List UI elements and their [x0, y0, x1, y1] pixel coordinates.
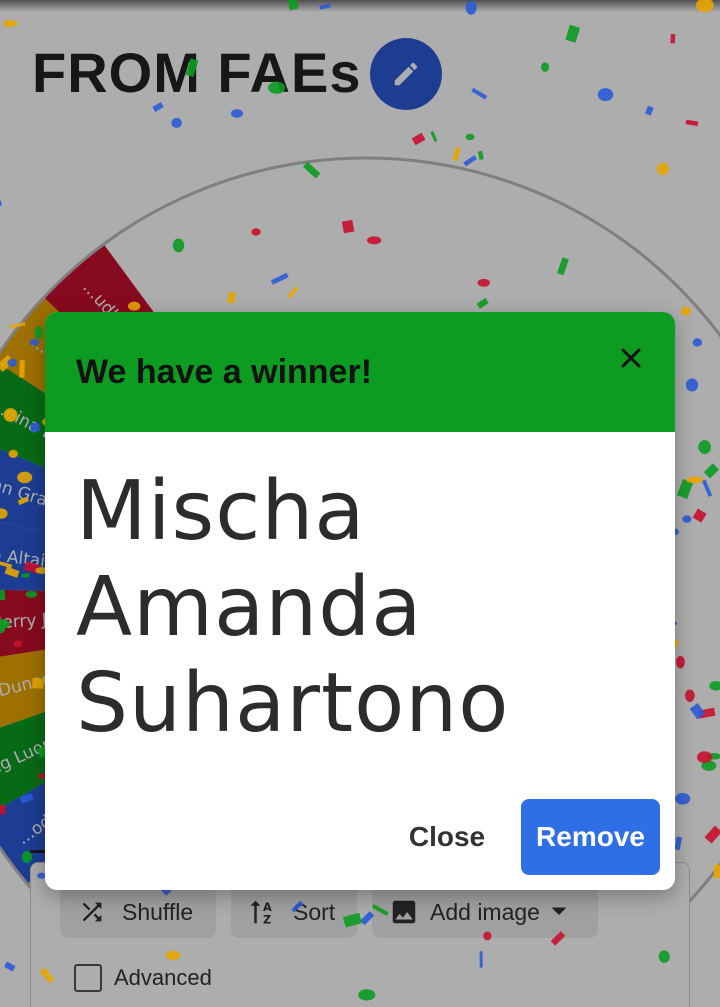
dialog-close-button[interactable] — [611, 338, 651, 378]
remove-button[interactable]: Remove — [521, 799, 660, 875]
dialog-title: We have a winner! — [76, 353, 373, 391]
close-button[interactable]: Close — [389, 799, 505, 875]
winner-name-line: Mischa — [76, 464, 366, 559]
dialog-header: We have a winner! — [45, 312, 675, 432]
winner-name: Mischa Amanda Suhartono — [76, 464, 646, 752]
winner-name-line: Suhartono — [76, 656, 510, 751]
close-icon — [621, 348, 641, 368]
winner-dialog: We have a winner! Mischa Amanda Suharton… — [45, 312, 675, 890]
winner-name-line: Amanda — [76, 560, 423, 655]
